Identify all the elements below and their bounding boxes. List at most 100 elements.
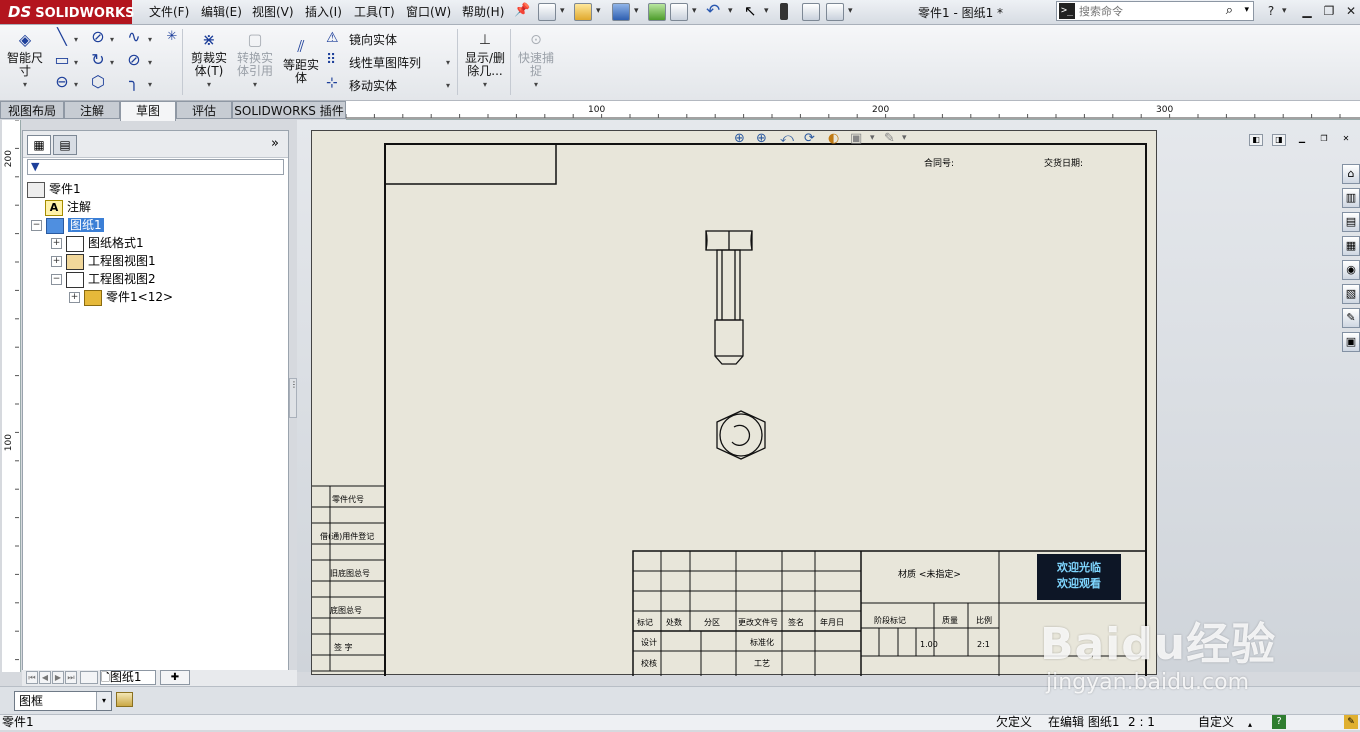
search-input[interactable] bbox=[1079, 3, 1229, 19]
chevron-down-icon[interactable]: ▾ bbox=[634, 6, 639, 16]
pin-icon[interactable]: 📌 bbox=[514, 3, 530, 18]
mirror-icon[interactable]: ⚠ bbox=[326, 30, 339, 46]
new-document-icon[interactable] bbox=[538, 3, 556, 21]
first-sheet-icon[interactable]: ⏮ bbox=[26, 671, 38, 684]
chevron-down-icon[interactable]: ▾ bbox=[74, 35, 78, 44]
chevron-down-icon[interactable]: ▾ bbox=[74, 58, 78, 67]
select-cursor-icon[interactable]: ↖ bbox=[744, 2, 757, 20]
custom-properties-icon[interactable]: ▧ bbox=[1342, 284, 1360, 304]
rectangle-icon[interactable]: ▭ bbox=[52, 51, 72, 69]
filter-input[interactable]: ▼ bbox=[27, 159, 284, 175]
chevron-down-icon[interactable]: ▾ bbox=[110, 35, 114, 44]
chevron-down-icon[interactable]: ▾ bbox=[764, 6, 769, 16]
chevron-down-icon[interactable]: ▾ bbox=[728, 6, 733, 16]
chevron-down-icon[interactable]: ▾ bbox=[692, 6, 697, 16]
menu-insert[interactable]: 插入(I) bbox=[305, 3, 342, 21]
menu-edit[interactable]: 编辑(E) bbox=[201, 3, 242, 21]
sheet-tab[interactable]: 🗋图纸1 bbox=[100, 670, 156, 685]
drawing-sheet[interactable]: 合同号: 交货日期: 零件代号 借(通)用件登记 旧底图总号 底图总号 签 字 … bbox=[311, 130, 1157, 676]
zoom-to-fit-icon[interactable]: ⊕ bbox=[734, 131, 745, 146]
options-icon[interactable] bbox=[826, 3, 844, 21]
rebuild-status-icon[interactable]: ✎ bbox=[1344, 715, 1358, 729]
rotate-view-icon[interactable]: ⟳ bbox=[804, 131, 815, 146]
save-icon[interactable] bbox=[612, 3, 630, 21]
chevron-down-icon[interactable]: ▾ bbox=[186, 78, 232, 91]
layer-select[interactable]: 图框 ▾ bbox=[14, 691, 112, 711]
solidworks-logo[interactable]: DS SOLIDWORKS bbox=[0, 0, 134, 24]
viewport-prev-icon[interactable]: ◧ bbox=[1249, 134, 1263, 146]
last-sheet-icon[interactable]: ⏭ bbox=[65, 671, 77, 684]
collapse-icon[interactable]: − bbox=[51, 274, 62, 285]
zoom-area-icon[interactable]: ⊕ bbox=[756, 131, 767, 146]
chevron-down-icon[interactable]: ▾ bbox=[596, 6, 601, 16]
search-icon[interactable]: ⌕ bbox=[1226, 3, 1233, 18]
rebuild-icon[interactable] bbox=[648, 3, 666, 21]
file-explorer-icon[interactable]: ▤ bbox=[1342, 212, 1360, 232]
smart-dimension-button[interactable]: ◈ 智能尺 寸 ▾ bbox=[4, 30, 46, 91]
tree-item-sheet-format[interactable]: + 图纸格式1 bbox=[51, 234, 144, 252]
viewport-next-icon[interactable]: ◨ bbox=[1272, 134, 1286, 146]
prev-sheet-icon[interactable]: ◀ bbox=[39, 671, 51, 684]
mirror-entities-button[interactable]: 镜向实体 bbox=[349, 31, 397, 48]
move-entities-button[interactable]: 移动实体 bbox=[349, 77, 397, 94]
minimize-document-button[interactable]: ▁ bbox=[1295, 134, 1309, 146]
add-sheet-icon[interactable]: ✚ bbox=[160, 670, 190, 685]
next-sheet-icon[interactable]: ▶ bbox=[52, 671, 64, 684]
display-delete-relations-button[interactable]: ⊥ 显示/删 除几... ▾ bbox=[462, 30, 508, 91]
chevron-down-icon[interactable]: ▾ bbox=[148, 35, 152, 44]
chevron-down-icon[interactable]: ▾ bbox=[96, 692, 111, 710]
previous-view-icon[interactable]: ⤺ bbox=[780, 131, 794, 146]
file-properties-icon[interactable] bbox=[802, 3, 820, 21]
layer-properties-icon[interactable] bbox=[116, 692, 133, 707]
expand-icon[interactable]: + bbox=[51, 256, 62, 267]
point-icon[interactable]: ✳ bbox=[162, 28, 182, 46]
design-library-icon[interactable]: ▥ bbox=[1342, 188, 1360, 208]
restore-document-button[interactable]: ❐ bbox=[1317, 134, 1331, 146]
menu-window[interactable]: 窗口(W) bbox=[406, 3, 451, 21]
move-entities-icon[interactable]: ⊹ bbox=[326, 75, 338, 91]
print-icon[interactable] bbox=[670, 3, 688, 21]
chevron-down-icon[interactable]: ▾ bbox=[902, 133, 907, 143]
hide-show-icon[interactable]: ▣ bbox=[850, 131, 862, 146]
chevron-down-icon[interactable]: ▾ bbox=[1244, 5, 1249, 15]
undo-icon[interactable]: ↶ bbox=[706, 1, 720, 21]
tab-view-layout[interactable]: 视图布局 bbox=[0, 101, 64, 119]
minimize-button[interactable]: ▁ bbox=[1298, 3, 1316, 20]
tab-sketch[interactable]: 草图 bbox=[120, 101, 176, 121]
spline-icon[interactable]: ∿ bbox=[124, 28, 144, 46]
expand-icon[interactable]: + bbox=[51, 238, 62, 249]
tree-item-view1[interactable]: + 工程图视图1 bbox=[51, 252, 156, 270]
expand-icon[interactable]: + bbox=[69, 292, 80, 303]
appearances-icon[interactable]: ◉ bbox=[1342, 260, 1360, 280]
view-palette-icon[interactable]: ▦ bbox=[1342, 236, 1360, 256]
slot-icon[interactable]: ⊖ bbox=[52, 73, 72, 91]
status-units[interactable]: 自定义 bbox=[1198, 715, 1234, 730]
chevron-down-icon[interactable]: ▾ bbox=[233, 78, 277, 91]
display-style-icon[interactable]: ◐ bbox=[828, 131, 839, 146]
tab-annotation[interactable]: 注解 bbox=[64, 101, 120, 119]
menu-file[interactable]: 文件(F) bbox=[149, 3, 189, 21]
menu-view[interactable]: 视图(V) bbox=[252, 3, 294, 21]
quick-snaps-button[interactable]: ⊙ 快速捕 捉 ▾ bbox=[514, 30, 558, 91]
tree-item-view2[interactable]: − 工程图视图2 bbox=[51, 270, 156, 288]
tree-item-part-reference[interactable]: + 零件1<12> bbox=[69, 288, 173, 306]
tree-item-annotations[interactable]: A 注解 bbox=[45, 198, 91, 216]
polygon-icon[interactable]: ⬡ bbox=[88, 73, 108, 91]
tab-evaluate[interactable]: 评估 bbox=[176, 101, 232, 119]
offset-entities-button[interactable]: ⫽ 等距实 体 bbox=[279, 37, 323, 85]
search-box[interactable]: >_ ⌕ ▾ bbox=[1056, 1, 1254, 21]
home-icon[interactable]: ⌂ bbox=[1342, 164, 1360, 184]
open-folder-icon[interactable] bbox=[574, 3, 592, 21]
chevron-down-icon[interactable]: ▾ bbox=[1282, 6, 1287, 16]
arc-icon[interactable]: ↻ bbox=[88, 51, 108, 69]
chevron-down-icon[interactable]: ▾ bbox=[446, 81, 450, 90]
tree-item-root[interactable]: 零件1 bbox=[27, 180, 81, 198]
chevron-down-icon[interactable]: ▾ bbox=[148, 58, 152, 67]
view-settings-icon[interactable]: ✎ bbox=[884, 131, 895, 146]
restore-button[interactable]: ❐ bbox=[1320, 3, 1338, 20]
sheet-list-icon[interactable] bbox=[80, 671, 98, 684]
chevron-down-icon[interactable]: ▾ bbox=[870, 133, 875, 143]
close-button[interactable]: ✕ bbox=[1342, 3, 1360, 20]
linear-pattern-icon[interactable]: ⠿ bbox=[326, 52, 336, 68]
panel-splitter[interactable]: ⋮ bbox=[289, 378, 298, 418]
